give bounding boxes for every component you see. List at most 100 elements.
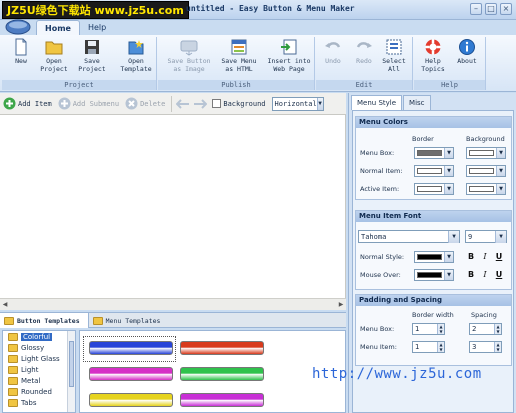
open-folder-icon <box>45 41 63 55</box>
select-all-button[interactable]: Select All <box>379 38 409 80</box>
html-page-icon <box>231 39 247 55</box>
menu-colors-section: Menu Colors Border Background Menu Box: … <box>355 116 512 200</box>
scroll-thumb[interactable] <box>69 341 74 387</box>
chevron-down-icon: ▼ <box>316 97 323 110</box>
group-label-publish: Publish <box>158 80 314 90</box>
add-item-button[interactable]: Add Item <box>3 97 52 110</box>
scroll-left-icon[interactable]: ◀ <box>0 300 10 310</box>
properties-tab-bar: Menu Style Misc <box>351 95 432 110</box>
menu-item-border-width-stepper[interactable]: 1 ▲ ▼ <box>412 341 445 353</box>
chevron-down-icon: ▼ <box>448 230 459 243</box>
padding-spacing-section: Padding and Spacing Border width Spacing… <box>355 294 512 366</box>
delete-icon <box>125 97 138 110</box>
save-project-button[interactable]: Save Project <box>73 38 111 80</box>
about-button[interactable]: About <box>450 38 484 80</box>
template-swatch[interactable] <box>89 393 173 407</box>
tree-item-metal[interactable]: Metal <box>3 375 75 386</box>
add-submenu-icon <box>58 97 71 110</box>
padding-row-label: Menu Box: <box>360 325 395 333</box>
italic-normal-button[interactable]: I <box>480 252 490 262</box>
maximize-button[interactable]: □ <box>485 3 497 15</box>
tree-item-rounded[interactable]: Rounded <box>3 386 75 397</box>
menu-preview-canvas[interactable] <box>0 115 346 310</box>
normal-font-color-picker[interactable]: ▼ <box>414 251 454 263</box>
underline-normal-button[interactable]: U <box>494 252 504 262</box>
horizontal-scrollbar[interactable]: ◀ ▶ <box>0 298 346 310</box>
save-button-as-image-button[interactable]: Save Button as Image <box>164 38 214 80</box>
insert-into-web-page-button[interactable]: Insert into Web Page <box>264 38 314 80</box>
template-swatch[interactable] <box>89 367 173 381</box>
template-star-icon <box>128 40 144 55</box>
scroll-right-icon[interactable]: ▶ <box>336 300 346 310</box>
font-family-select[interactable]: Tahoma ▼ <box>358 230 460 243</box>
move-up-arrow-icon[interactable] <box>176 98 190 110</box>
watermark-logo: JZ5U绿色下载站 www.jz5u.com <box>2 1 189 19</box>
undo-arrow-icon <box>325 42 341 48</box>
menu-box-spacing-stepper[interactable]: 2 ▲ ▼ <box>469 323 502 335</box>
color-row-label: Menu Box: <box>360 149 395 157</box>
orientation-select[interactable]: Horizontal ▼ <box>271 96 324 111</box>
template-swatch[interactable] <box>180 367 264 381</box>
tree-vertical-scrollbar[interactable] <box>67 331 75 412</box>
active-item-background-color-picker[interactable]: ▼ <box>466 183 506 195</box>
chevron-down-icon: ▼ <box>444 166 453 176</box>
tab-menu-templates[interactable]: Menu Templates <box>89 313 169 328</box>
menu-box-background-color-picker[interactable]: ▼ <box>466 147 506 159</box>
save-menu-as-html-button[interactable]: Save Menu as HTML <box>216 38 262 80</box>
active-item-border-color-picker[interactable]: ▼ <box>414 183 454 195</box>
ribbon: New Open Project Save Project Open Templ… <box>0 35 516 92</box>
italic-hover-button[interactable]: I <box>480 270 490 280</box>
tree-item-light-glass[interactable]: Light Glass <box>3 353 75 364</box>
button-template-gallery <box>79 330 346 413</box>
tree-item-glossy[interactable]: Glossy <box>3 342 75 353</box>
title-bar: JZ5U绿色下载站 www.jz5u.com untitled - Easy B… <box>0 0 516 20</box>
template-swatch[interactable] <box>180 393 264 407</box>
close-button[interactable]: × <box>500 3 512 15</box>
chevron-down-icon[interactable]: ▼ <box>495 329 501 334</box>
tab-misc[interactable]: Misc <box>403 95 431 110</box>
template-swatch[interactable] <box>89 341 173 355</box>
background-check-box[interactable] <box>212 99 222 108</box>
menu-item-spacing-stepper[interactable]: 3 ▲ ▼ <box>469 341 502 353</box>
tree-item-colorful[interactable]: Colorful <box>3 331 75 342</box>
color-swatch <box>417 254 442 260</box>
template-swatch[interactable] <box>180 341 264 355</box>
item-toolbar: Add Item Add Submenu Delete Background H… <box>0 93 346 115</box>
help-topics-button[interactable]: Help Topics <box>416 38 450 80</box>
underline-hover-button[interactable]: U <box>494 270 504 280</box>
normal-item-background-color-picker[interactable]: ▼ <box>466 165 506 177</box>
font-size-select[interactable]: 9 ▼ <box>465 230 507 243</box>
move-down-arrow-icon[interactable] <box>193 98 208 110</box>
tab-home[interactable]: Home <box>36 20 80 35</box>
group-label-help: Help <box>414 80 485 90</box>
tab-help[interactable]: Help <box>80 20 114 35</box>
open-project-button[interactable]: Open Project <box>35 38 73 80</box>
mouse-over-font-color-picker[interactable]: ▼ <box>414 269 454 281</box>
normal-item-border-color-picker[interactable]: ▼ <box>414 165 454 177</box>
chevron-down-icon[interactable]: ▼ <box>438 329 444 334</box>
group-label-project: Project <box>2 80 156 90</box>
bold-normal-button[interactable]: B <box>466 252 476 262</box>
undo-button[interactable]: Undo <box>318 38 348 80</box>
menu-box-border-color-picker[interactable]: ▼ <box>414 147 454 159</box>
chevron-down-icon[interactable]: ▼ <box>495 347 501 352</box>
color-swatch <box>417 150 442 156</box>
chevron-down-icon[interactable]: ▼ <box>438 347 444 352</box>
bold-hover-button[interactable]: B <box>466 270 476 280</box>
redo-arrow-icon <box>356 42 372 48</box>
tree-item-light[interactable]: Light <box>3 364 75 375</box>
column-header-border: Border <box>412 135 434 143</box>
tab-button-templates[interactable]: Button Templates <box>0 313 89 328</box>
redo-button[interactable]: Redo <box>349 38 379 80</box>
menu-box-border-width-stepper[interactable]: 1 ▲ ▼ <box>412 323 445 335</box>
background-checkbox[interactable]: Background <box>212 99 266 108</box>
open-template-button[interactable]: Open Template <box>117 38 155 80</box>
section-title: Padding and Spacing <box>356 295 511 306</box>
add-submenu-button[interactable]: Add Submenu <box>58 97 119 110</box>
folder-icon <box>8 398 18 407</box>
ribbon-group-edit: Undo Redo Select All Edit <box>316 37 413 90</box>
tree-item-tabs[interactable]: Tabs <box>3 397 75 408</box>
tab-menu-style[interactable]: Menu Style <box>351 95 403 110</box>
delete-button[interactable]: Delete <box>125 97 165 110</box>
minimize-button[interactable]: – <box>470 3 482 15</box>
